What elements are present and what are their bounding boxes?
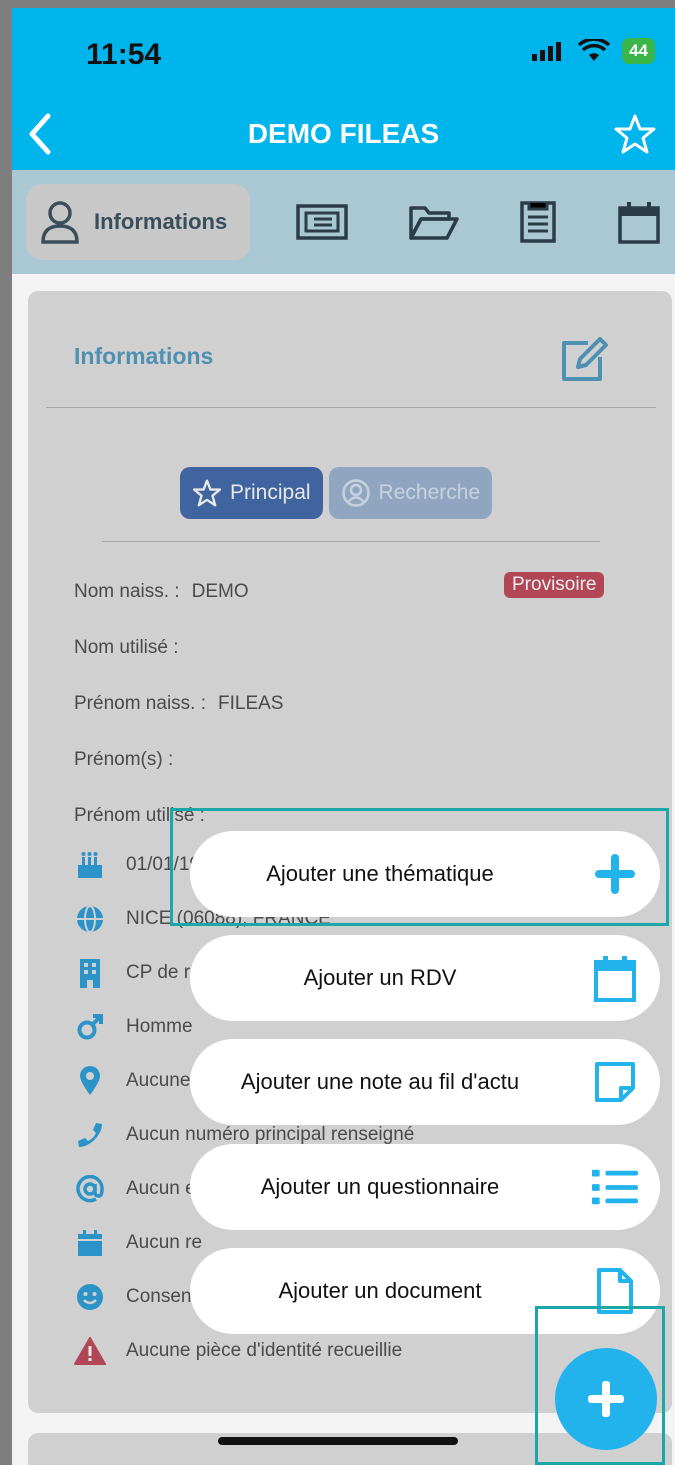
map-pin-icon bbox=[74, 1065, 106, 1097]
card-title: Informations bbox=[74, 343, 214, 369]
wifi-icon bbox=[578, 39, 611, 61]
male-icon bbox=[74, 1011, 106, 1043]
info-row-text: Consen bbox=[126, 1286, 192, 1307]
info-row-address: Aucune bbox=[74, 1065, 190, 1097]
field-label: Nom utilisé : bbox=[74, 637, 179, 658]
star-icon bbox=[192, 479, 222, 507]
info-row-appointment: Aucun re bbox=[74, 1227, 202, 1259]
divider bbox=[46, 407, 656, 408]
edit-icon[interactable] bbox=[558, 335, 610, 385]
favorite-star-icon[interactable] bbox=[613, 112, 657, 156]
field-label: Nom naiss. : bbox=[74, 581, 180, 602]
field-prenom-naissance: Prénom naiss. : FILEAS bbox=[74, 693, 283, 715]
status-icons: 44 bbox=[532, 38, 655, 64]
menu-item-label: Ajouter un RDV bbox=[303, 965, 457, 990]
highlight-box bbox=[535, 1306, 665, 1465]
status-bar: 11:54 44 bbox=[12, 8, 675, 100]
field-label: Prénom(s) : bbox=[74, 749, 174, 770]
menu-item-label: Ajouter un questionnaire bbox=[260, 1174, 500, 1199]
info-row-identity: Aucune pièce d'identité recueillie bbox=[74, 1335, 402, 1367]
home-indicator[interactable] bbox=[218, 1437, 458, 1445]
segmented-control: Principal Recherche bbox=[180, 467, 493, 519]
calendar-icon bbox=[74, 1227, 106, 1259]
menu-add-questionnaire[interactable]: Ajouter un questionnaire bbox=[190, 1144, 660, 1230]
field-nom-naissance: Nom naiss. : DEMO bbox=[74, 581, 249, 603]
info-row-text: Aucun numéro principal renseigné bbox=[126, 1124, 415, 1145]
segment-recherche-label: Recherche bbox=[378, 481, 481, 504]
nav-bar: DEMO FILEAS bbox=[12, 100, 675, 170]
app-screen: 11:54 44 DEMO FILEAS Informations Inform… bbox=[12, 8, 675, 1465]
segment-principal-label: Principal bbox=[230, 481, 311, 504]
info-row-text: Homme bbox=[126, 1016, 193, 1037]
page-title: DEMO FILEAS bbox=[247, 118, 440, 149]
divider bbox=[102, 541, 600, 542]
field-value: DEMO bbox=[191, 581, 249, 602]
user-circle-icon bbox=[341, 479, 370, 507]
info-row-gender: Homme bbox=[74, 1011, 193, 1043]
birthday-cake-icon bbox=[74, 849, 106, 881]
segment-principal[interactable]: Principal bbox=[180, 467, 323, 519]
smiley-icon bbox=[74, 1281, 106, 1313]
highlight-box bbox=[170, 808, 669, 926]
list-icon bbox=[592, 1164, 638, 1210]
signal-icon bbox=[532, 42, 562, 61]
battery-indicator: 44 bbox=[622, 38, 655, 64]
info-row-text: Aucune pièce d'identité recueillie bbox=[126, 1340, 403, 1361]
menu-add-note[interactable]: Ajouter une note au fil d'actu bbox=[190, 1039, 660, 1125]
field-nom-utilise: Nom utilisé : bbox=[74, 637, 191, 659]
info-row-consent: Consen bbox=[74, 1281, 192, 1313]
info-row-text: CP de r bbox=[126, 962, 191, 983]
tab-folder-icon[interactable] bbox=[407, 200, 461, 244]
segment-recherche[interactable]: Recherche bbox=[328, 467, 493, 519]
tab-informations-label: Informations bbox=[94, 209, 228, 234]
info-row-text: Aucune bbox=[126, 1070, 191, 1091]
field-label: Prénom naiss. : bbox=[74, 693, 206, 714]
menu-add-rdv[interactable]: Ajouter un RDV bbox=[190, 935, 660, 1021]
at-icon bbox=[74, 1173, 106, 1205]
tab-newspaper-icon[interactable] bbox=[295, 200, 349, 244]
tab-calendar-icon[interactable] bbox=[617, 200, 661, 244]
calendar-icon bbox=[592, 955, 638, 1002]
field-value: FILEAS bbox=[218, 693, 284, 714]
note-icon bbox=[592, 1059, 638, 1105]
building-icon bbox=[74, 957, 106, 989]
info-row-cp: CP de r bbox=[74, 957, 190, 989]
info-row-email: Aucun e bbox=[74, 1173, 196, 1205]
menu-item-label: Ajouter un document bbox=[278, 1278, 482, 1303]
tab-informations[interactable]: Informations bbox=[26, 184, 250, 260]
status-badge: Provisoire bbox=[504, 572, 605, 598]
field-prenoms: Prénom(s) : bbox=[74, 749, 185, 771]
status-time: 11:54 bbox=[86, 38, 162, 71]
menu-item-label: Ajouter une note au fil d'actu bbox=[240, 1069, 520, 1094]
tab-bar: Informations bbox=[12, 170, 675, 274]
phone-icon bbox=[74, 1119, 106, 1151]
tab-checklist-icon[interactable] bbox=[517, 200, 561, 244]
user-icon bbox=[41, 201, 79, 244]
warning-icon bbox=[74, 1335, 106, 1367]
globe-icon bbox=[74, 903, 106, 935]
info-row-text: Aucun e bbox=[126, 1178, 196, 1199]
